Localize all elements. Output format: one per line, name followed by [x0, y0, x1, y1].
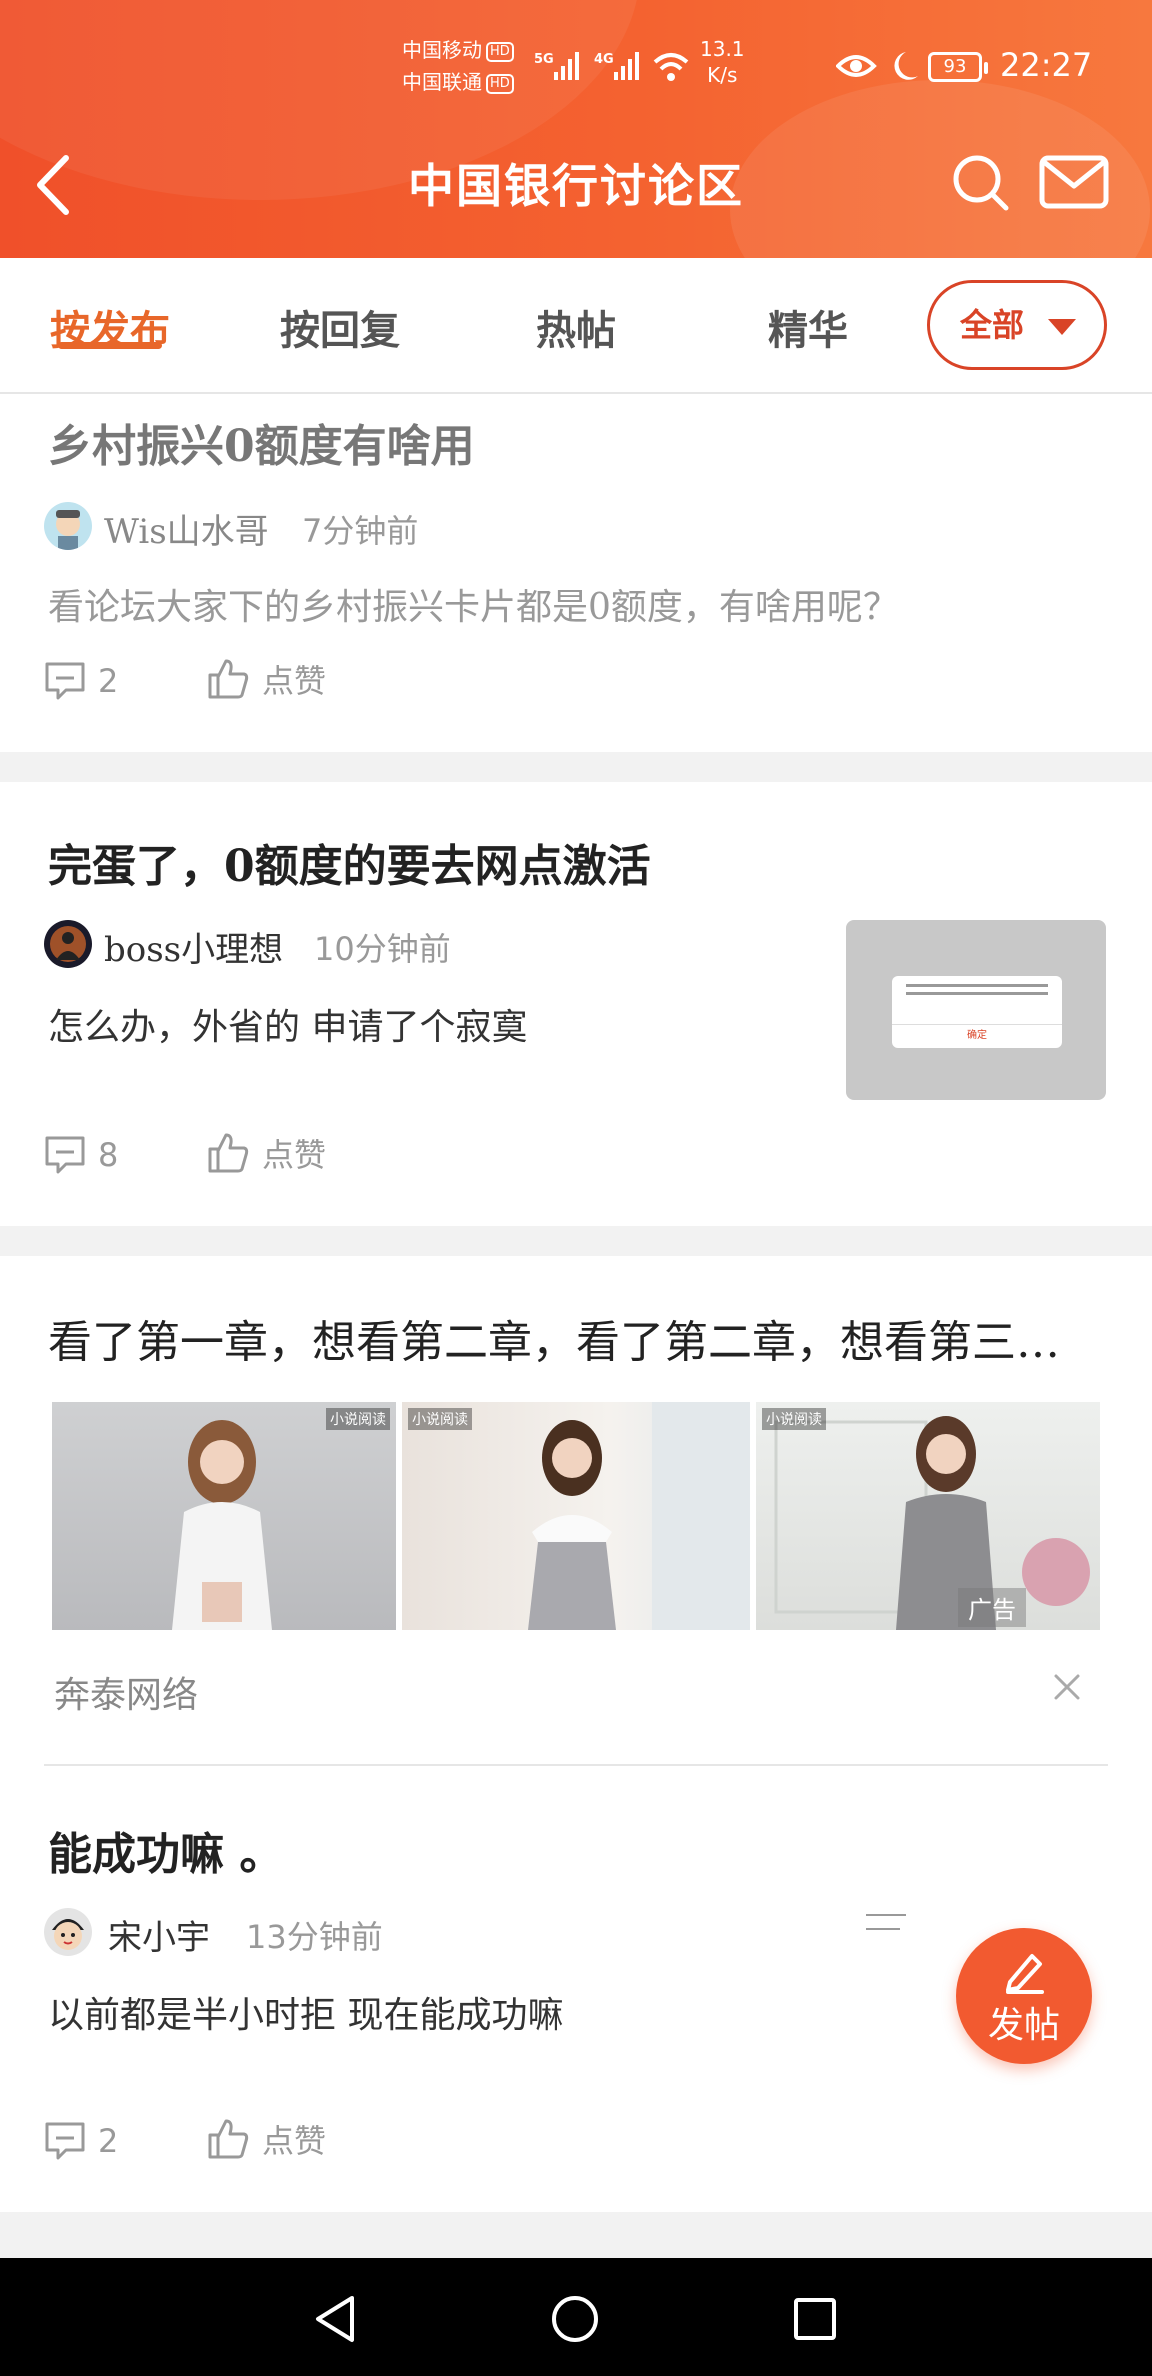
ad-image[interactable]: 小说阅读 — [52, 1402, 396, 1630]
comment-button[interactable]: 8 — [44, 1134, 118, 1176]
ad-badge: 广告 — [958, 1588, 1026, 1627]
like-label: 点赞 — [262, 1136, 327, 1174]
section-separator — [0, 1226, 1152, 1256]
clock: 22:27 — [1000, 46, 1093, 84]
network-5g-label: 5G — [534, 52, 554, 67]
thumbs-up-icon — [208, 1133, 249, 1173]
filter-label: 全部 — [960, 306, 1025, 344]
carrier-2: 中国联通 — [402, 70, 482, 94]
post-author[interactable]: 宋小宇 — [108, 1910, 210, 1959]
comment-count: 8 — [98, 1136, 119, 1174]
comment-button[interactable]: 2 — [44, 660, 118, 702]
search-icon[interactable] — [950, 152, 1012, 214]
ad-source[interactable]: 奔泰网络 — [54, 1666, 198, 1718]
post-author[interactable]: boss小理想 — [104, 922, 283, 971]
carrier-1: 中国移动 — [402, 38, 482, 62]
comment-button[interactable]: 2 — [44, 2120, 118, 2162]
ad-title[interactable]: 看了第一章，想看第二章，看了第二章，想看第三… — [48, 1306, 1108, 1370]
post-time: 10分钟前 — [314, 930, 451, 968]
battery-indicator: 93 — [928, 52, 988, 82]
network-speed: 13.1 K/s — [700, 37, 745, 87]
post-time: 13分钟前 — [246, 1918, 383, 1956]
tab-hot[interactable]: 热帖 — [536, 298, 616, 356]
comment-count: 2 — [98, 662, 119, 700]
section-separator — [0, 2212, 1152, 2258]
caret-down-icon — [1048, 319, 1076, 335]
tab-featured[interactable]: 精华 — [768, 298, 848, 356]
system-nav-bar — [0, 2258, 1152, 2376]
section-separator — [0, 752, 1152, 782]
mail-icon[interactable] — [1038, 152, 1110, 212]
like-label: 点赞 — [262, 2122, 327, 2160]
thumbs-up-icon — [208, 2119, 249, 2159]
close-icon[interactable] — [1052, 1672, 1082, 1702]
post-title[interactable]: 完蛋了，0额度的要去网点激活 — [48, 830, 651, 894]
comment-icon — [45, 1136, 85, 1174]
avatar[interactable] — [44, 1908, 92, 1956]
comment-icon — [45, 2122, 85, 2160]
post-title[interactable]: 乡村振兴0额度有啥用 — [48, 410, 475, 474]
nav-back-icon[interactable] — [312, 2294, 358, 2344]
post-time: 7分钟前 — [302, 512, 419, 550]
eye-moon-icons — [836, 52, 918, 80]
post-author[interactable]: Wis山水哥 — [104, 504, 269, 553]
comment-icon — [45, 662, 85, 700]
nav-home-icon[interactable] — [550, 2294, 600, 2344]
avatar[interactable] — [44, 502, 92, 550]
filter-dropdown[interactable]: 全部 — [927, 280, 1107, 370]
new-post-label: 发帖 — [987, 2005, 1060, 2046]
post-body[interactable]: 以前都是半小时拒 现在能成功嘛 — [48, 1986, 563, 2038]
post-thumbnail[interactable]: 确定 — [846, 920, 1106, 1100]
like-button[interactable]: 点赞 — [206, 1130, 326, 1176]
thumbs-up-icon — [208, 659, 249, 699]
divider — [44, 1764, 1108, 1766]
ad-image[interactable]: 小说阅读 — [756, 1402, 1100, 1630]
post-title[interactable]: 能成功嘛 。 — [48, 1818, 283, 1882]
comment-count: 2 — [98, 2122, 119, 2160]
post-thumbnail[interactable] — [866, 1910, 926, 1946]
new-post-button[interactable]: 发帖 — [956, 1928, 1092, 2064]
hd-badge: HD — [486, 42, 514, 62]
ad-image[interactable]: 小说阅读 — [402, 1402, 750, 1630]
like-button[interactable]: 点赞 — [206, 656, 326, 702]
like-button[interactable]: 点赞 — [206, 2116, 326, 2162]
avatar[interactable] — [44, 920, 92, 968]
like-label: 点赞 — [262, 662, 327, 700]
forum-screen: { "status_bar": { "carrier1": "中国移动", "c… — [0, 0, 1152, 2376]
carrier-info: 中国移动 HD 中国联通 HD — [402, 34, 514, 98]
signal-icon — [554, 52, 579, 80]
nav-recents-icon[interactable] — [792, 2296, 838, 2342]
signal-icon — [614, 52, 639, 80]
tab-by-reply[interactable]: 按回复 — [280, 298, 400, 356]
wifi-icon — [653, 53, 689, 81]
post-body[interactable]: 看论坛大家下的乡村振兴卡片都是0额度，有啥用呢？ — [48, 578, 899, 630]
active-tab-indicator — [58, 342, 162, 349]
hd-badge: HD — [486, 74, 514, 94]
app-header: 中国移动 HD 中国联通 HD 5G 4G 13.1 K/s 93 22:27 … — [0, 0, 1152, 258]
network-4g-label: 4G — [594, 52, 614, 67]
post-body[interactable]: 怎么办，外省的 申请了个寂寞 — [48, 998, 527, 1050]
pencil-icon — [1006, 1954, 1044, 1994]
status-bar: 中国移动 HD 中国联通 HD 5G 4G 13.1 K/s 93 22:27 — [0, 0, 1152, 120]
